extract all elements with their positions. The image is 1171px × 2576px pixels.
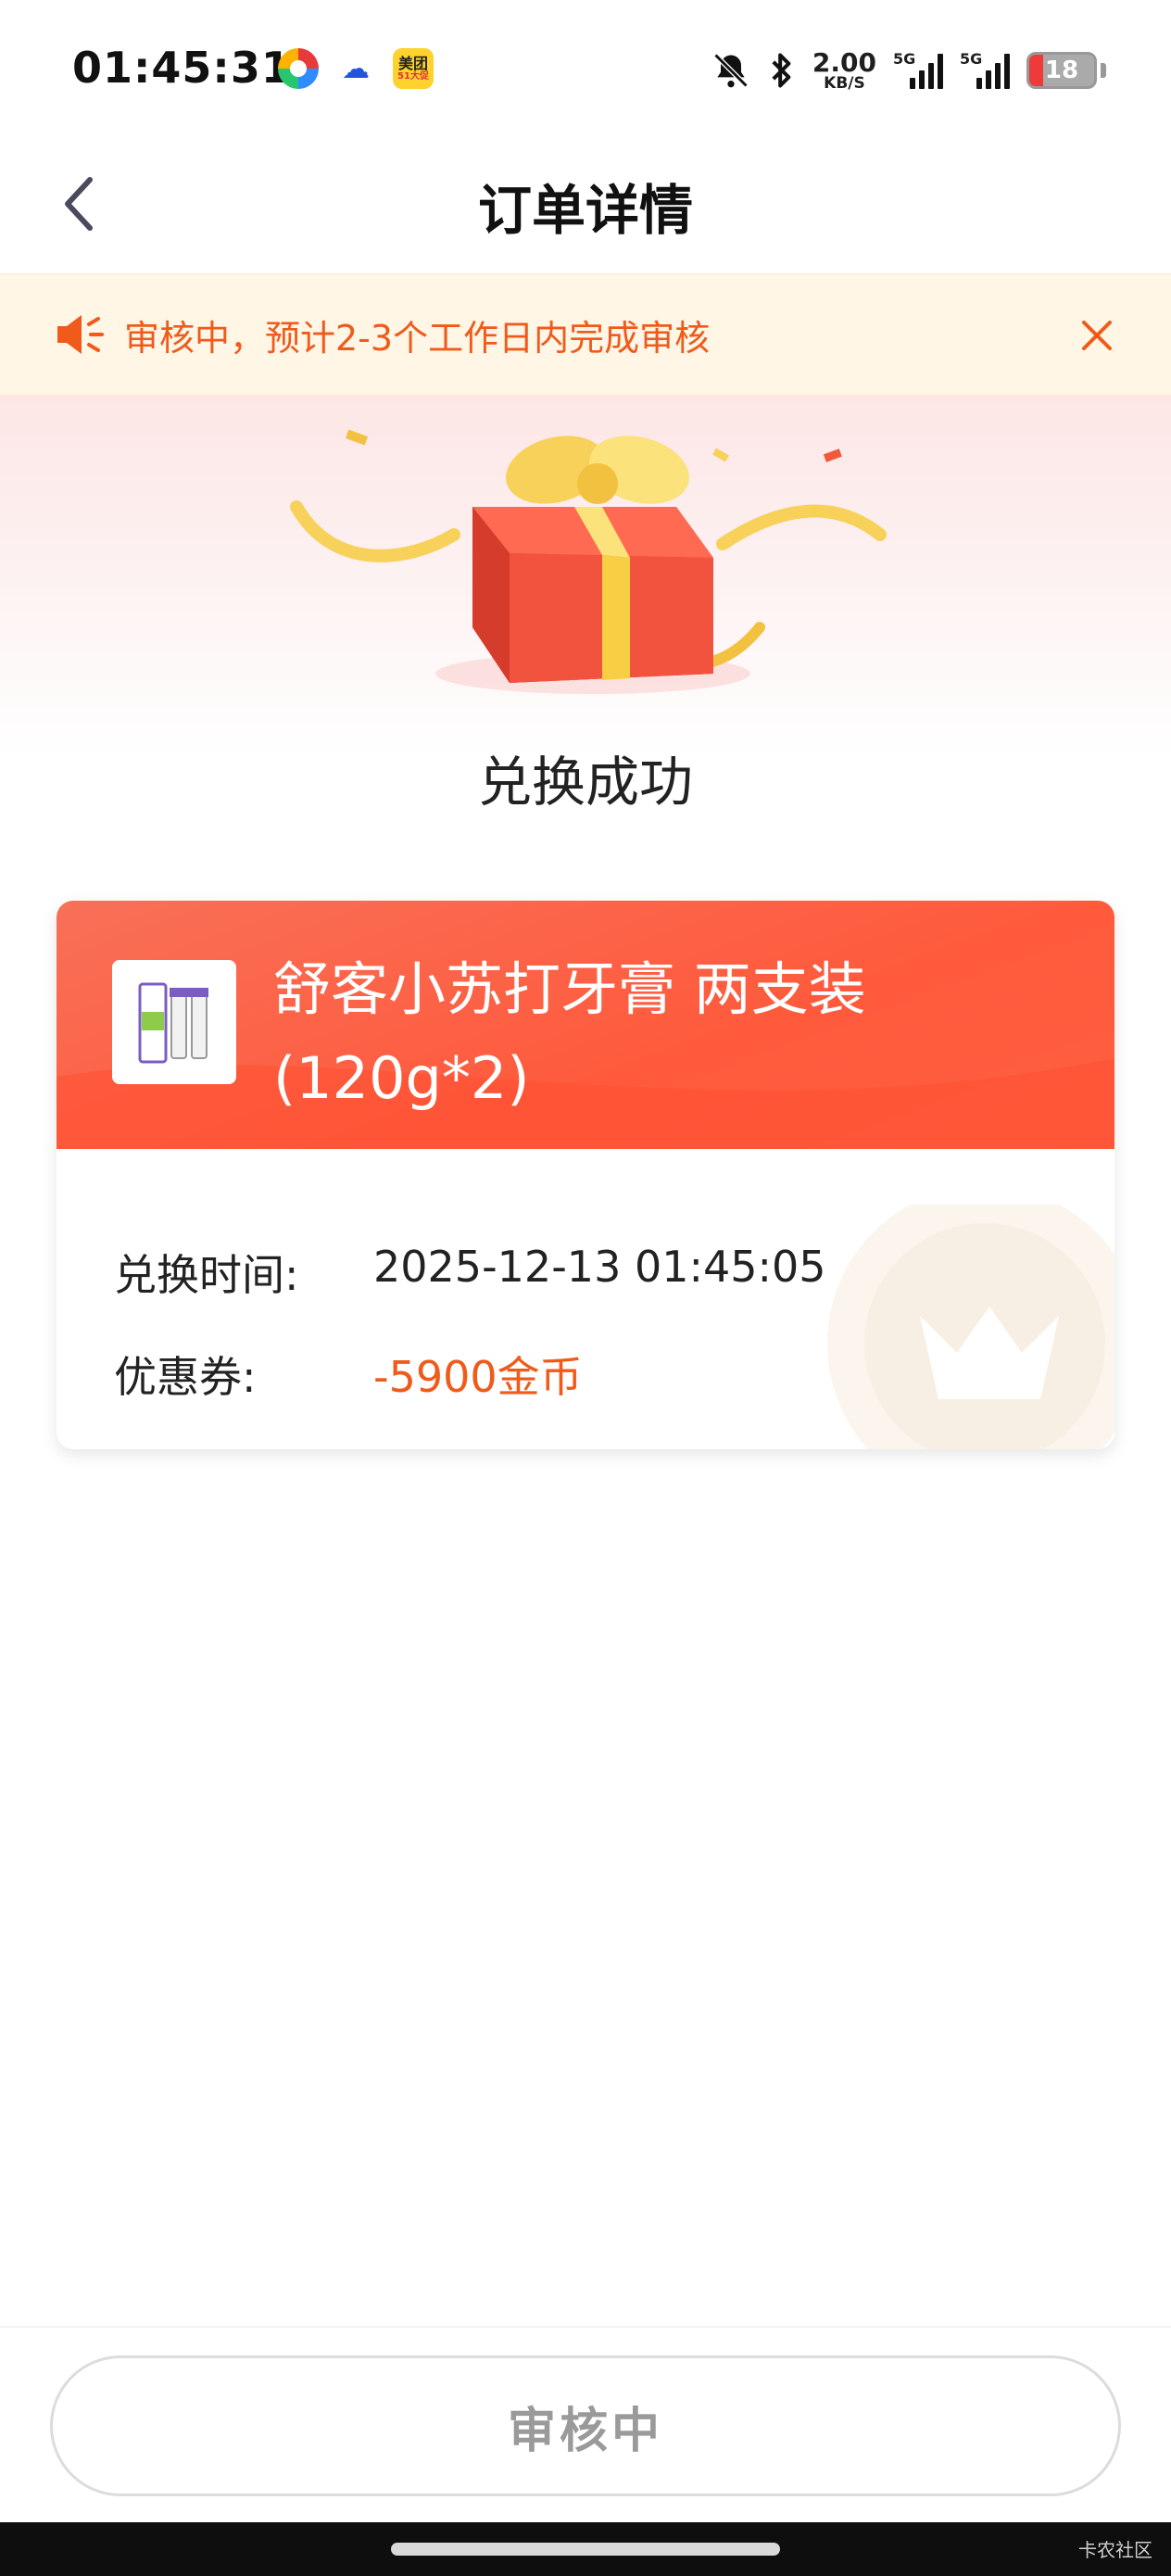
bell-muted-icon	[713, 53, 749, 88]
bluetooth-icon	[772, 53, 791, 88]
product-thumbnail	[112, 960, 236, 1084]
signal-strength-icon-sim2: 5G	[960, 50, 1010, 89]
order-card-body: 兑换时间: 2025-12-13 01:45:05 优惠券: -5900金币	[57, 1149, 1114, 1449]
exchange-time-row: 兑换时间: 2025-12-13 01:45:05	[114, 1242, 826, 1303]
status-time: 01:45:31	[72, 43, 292, 93]
network-speed-unit: KB/S	[824, 73, 865, 93]
signal-tag: 5G	[960, 50, 983, 68]
coupon-label: 优惠券:	[114, 1352, 257, 1402]
coupon-row: 优惠券: -5900金币	[114, 1344, 583, 1405]
notice-close-button[interactable]	[1069, 308, 1125, 363]
product-name: 舒客小苏打牙膏 两支装(120g*2)	[273, 955, 866, 1112]
home-indicator[interactable]	[391, 2543, 780, 2556]
nav-header: 订单详情	[0, 139, 1171, 273]
crown-watermark-icon	[827, 1205, 1114, 1449]
review-notice-banner: 审核中，预计2-3个工作日内完成审核	[0, 273, 1171, 396]
speaker-icon	[57, 315, 104, 354]
order-card: 舒客小苏打牙膏 两支装(120g*2) 兑换时间: 2025-12-13 01:…	[57, 901, 1114, 1449]
network-speed-value: 2.00	[812, 46, 876, 78]
cloud-app-icon: ☁	[335, 48, 376, 89]
meituan-sub-label: 51大促	[397, 71, 429, 82]
success-hero: 兑换成功	[0, 396, 1171, 878]
network-speed: 2.00 KB/S	[812, 46, 876, 93]
page-title: 订单详情	[477, 179, 693, 242]
meituan-label: 美团	[397, 54, 428, 72]
signal-strength-icon-sim1: 5G	[893, 50, 943, 89]
status-indicators: 2.00 KB/S 5G 5G 18	[711, 44, 1106, 96]
gift-box-illustration	[290, 429, 887, 694]
system-nav-bar: 卡农社区	[0, 2522, 1171, 2576]
exchange-time-value: 2025-12-13 01:45:05	[373, 1242, 826, 1292]
under-review-button[interactable]: 审核中	[50, 2355, 1121, 2496]
coupon-value: -5900金币	[373, 1352, 583, 1402]
toothpaste-product-image	[138, 982, 208, 1064]
signal-tag: 5G	[893, 50, 916, 68]
exchange-time-label: 兑换时间:	[114, 1250, 299, 1300]
battery-cap	[1101, 63, 1106, 78]
notice-text: 审核中，预计2-3个工作日内完成审核	[124, 317, 711, 359]
bottom-divider	[0, 2326, 1171, 2328]
colorful-ring-app-icon	[278, 48, 319, 89]
notification-app-icons: ☁ 美团 51大促	[278, 48, 434, 89]
battery-level: 18	[1044, 57, 1079, 84]
meituan-app-icon: 美团 51大促	[393, 48, 434, 89]
battery-icon: 18	[1026, 52, 1097, 89]
success-title: 兑换成功	[477, 751, 693, 814]
status-bar: 01:45:31 ☁ 美团 51大促 2.00 KB/S 5G 5G 18	[0, 0, 1171, 139]
close-icon	[1082, 321, 1112, 350]
watermark-text: 卡农社区	[1078, 2539, 1152, 2561]
order-card-header: 舒客小苏打牙膏 两支装(120g*2)	[57, 901, 1114, 1149]
